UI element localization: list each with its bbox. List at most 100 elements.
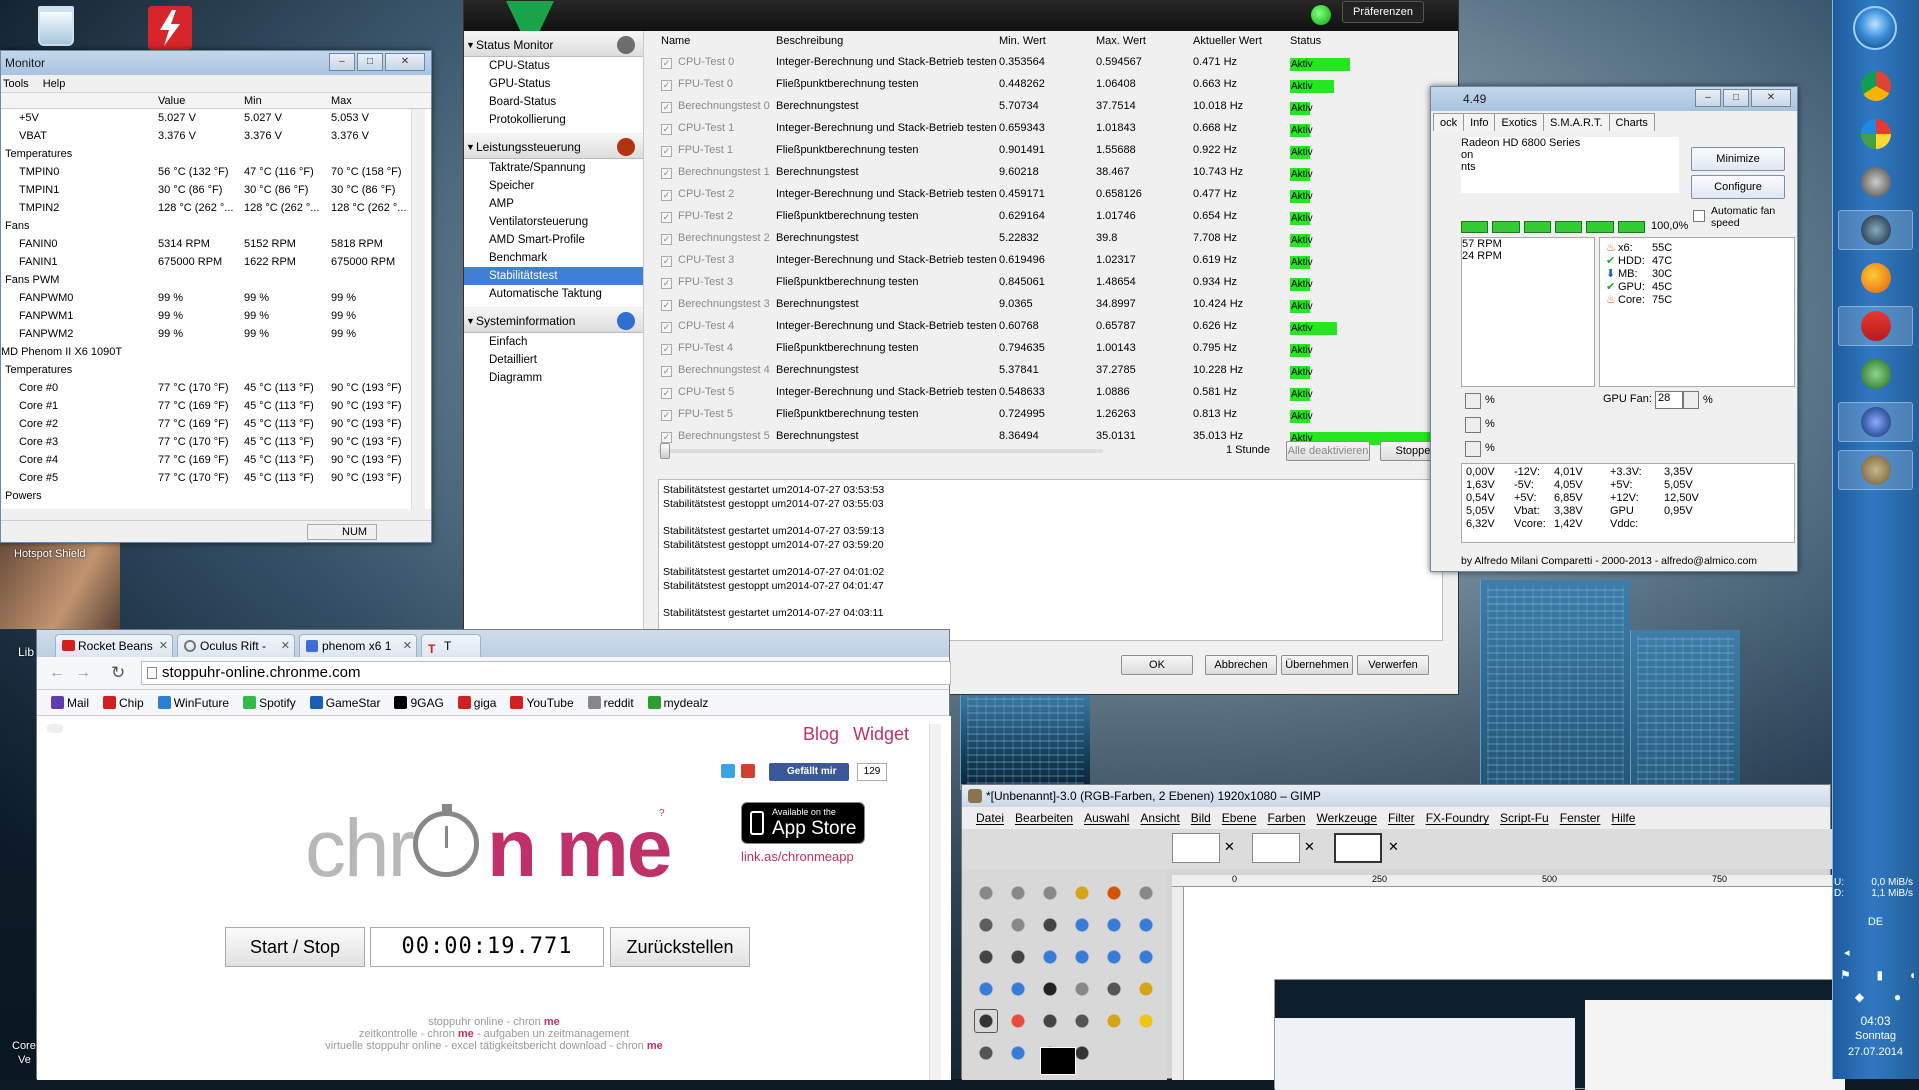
test-row[interactable]: ✓ CPU-Test 3 Integer-Berechnung und Stack-…	[658, 249, 1448, 271]
reload-icon[interactable]: ↻	[111, 663, 125, 683]
gimp-menu-item[interactable]: Script-Fu	[1500, 807, 1549, 829]
test-row[interactable]: ✓ CPU-Test 0 Integer-Berechnung und Stack-…	[658, 51, 1448, 73]
test-name-cell[interactable]: ✓ Berechnungstest 0	[658, 95, 776, 117]
gimp-menu-item[interactable]: Auswahl	[1084, 807, 1129, 829]
test-name-cell[interactable]: ✓ CPU-Test 4	[658, 315, 776, 337]
sensor-row[interactable]: TMPIN2 128 °C (262 °... 128 °C (262 °... 12…	[1, 199, 431, 217]
lasso-icon[interactable]	[1038, 881, 1062, 905]
speed-spinner[interactable]	[1465, 393, 1481, 409]
sensor-row[interactable]: Core #4 77 °C (169 °F) 45 °C (113 °F) 90 °C…	[1, 451, 431, 469]
browser-tab[interactable]: Rocket Beans ✕	[55, 634, 173, 657]
clone-icon[interactable]	[1102, 977, 1126, 1001]
bookmark-link[interactable]: reddit	[587, 690, 634, 715]
test-row[interactable]: ✓ FPU-Test 0 Fließpunktberechnung testen 0.…	[658, 73, 1448, 95]
sensor-row[interactable]: TMPIN0 56 °C (132 °F) 47 °C (116 °F) 70 °C …	[1, 163, 431, 181]
gpu-fan-spinner[interactable]	[1683, 391, 1699, 409]
hotspot-shield-label[interactable]: Hotspot Shield	[14, 548, 86, 560]
foreground-color-swatch[interactable]	[1040, 1047, 1076, 1075]
gimp-menu-item[interactable]: Werkzeuge	[1317, 807, 1377, 829]
test-name-cell[interactable]: ✓ FPU-Test 0	[658, 73, 776, 95]
sidebar-section-header[interactable]: Status Monitor ▼	[464, 31, 643, 57]
crop-icon[interactable]	[1006, 945, 1030, 969]
gimp-menu-item[interactable]: Filter	[1388, 807, 1415, 829]
test-name-cell[interactable]: ✓ FPU-Test 2	[658, 205, 776, 227]
test-name-cell[interactable]: ✓ CPU-Test 5	[658, 381, 776, 403]
color-picker-icon[interactable]	[1038, 913, 1062, 937]
maximize-button[interactable]: □	[357, 53, 383, 71]
scissors-icon[interactable]	[1134, 881, 1158, 905]
airbrush-icon[interactable]	[1038, 1009, 1062, 1033]
ok-button[interactable]: OK	[1121, 655, 1193, 675]
test-checkbox[interactable]: ✓	[661, 344, 672, 355]
test-row[interactable]: ✓ CPU-Test 2 Integer-Berechnung und Stack-…	[658, 183, 1448, 205]
language-indicator[interactable]: DE	[1832, 916, 1919, 928]
sidebar-item[interactable]: Diagramm	[464, 369, 643, 387]
test-checkbox[interactable]: ✓	[661, 256, 672, 267]
test-name-cell[interactable]: ✓ FPU-Test 4	[658, 337, 776, 359]
test-checkbox[interactable]: ✓	[661, 366, 672, 377]
sidebar-item[interactable]: Protokollierung	[464, 111, 643, 129]
sensor-row[interactable]: FANIN0 5314 RPM 5152 RPM 5818 RPM	[1, 235, 431, 253]
test-name-cell[interactable]: ✓ Berechnungstest 2	[658, 227, 776, 249]
gimp-menu-item[interactable]: FX-Foundry	[1426, 807, 1489, 829]
collapse-chevron-icon[interactable]: ▼	[466, 32, 475, 58]
test-checkbox[interactable]: ✓	[661, 212, 672, 223]
blur-icon[interactable]	[1006, 1041, 1030, 1065]
sidebar-section-header[interactable]: Leistungssteuerung ▼	[464, 133, 643, 159]
test-row[interactable]: ✓ Berechnungstest 0 Berechnungstest 5.70734…	[658, 95, 1448, 117]
collapse-chevron-icon[interactable]: ▼	[466, 308, 475, 334]
discard-button[interactable]: Verwerfen	[1357, 655, 1429, 675]
taskbar-button[interactable]	[1838, 66, 1913, 106]
sensor-row[interactable]: Fans	[1, 217, 431, 235]
address-bar[interactable]: stoppuhr-online.chronme.com	[141, 661, 951, 685]
start-stop-button[interactable]: Start / Stop	[225, 927, 365, 967]
google-plus-icon[interactable]	[741, 764, 755, 778]
minimize-button[interactable]: –	[329, 53, 355, 71]
footer-text[interactable]: me	[458, 1028, 474, 1040]
text-icon[interactable]	[1038, 977, 1062, 1001]
sensor-row[interactable]: TMPIN1 30 °C (86 °F) 30 °C (86 °F) 30 °C (8…	[1, 181, 431, 199]
test-row[interactable]: ✓ FPU-Test 4 Fließpunktberechnung testen 0.…	[658, 337, 1448, 359]
sidebar-item[interactable]: Automatische Taktung	[464, 285, 643, 303]
test-name-cell[interactable]: ✓ CPU-Test 1	[658, 117, 776, 139]
pencil-icon[interactable]	[1134, 977, 1158, 1001]
smudge-icon[interactable]	[1134, 1009, 1158, 1033]
minimize-app-button[interactable]: Minimize	[1691, 147, 1785, 171]
shear-icon[interactable]	[1102, 945, 1126, 969]
speed-spinner[interactable]	[1465, 417, 1481, 433]
test-checkbox[interactable]: ✓	[661, 190, 672, 201]
footer-text[interactable]: me	[544, 1016, 560, 1028]
taskbar-button[interactable]	[1838, 402, 1913, 442]
flag-icon[interactable]: ⚑	[1840, 968, 1851, 982]
sidebar-item[interactable]: Board-Status	[464, 93, 643, 111]
preferences-button[interactable]: Präferenzen	[1342, 1, 1424, 23]
reset-button[interactable]: Zurückstellen	[610, 927, 750, 967]
image-thumbnail[interactable]	[1334, 833, 1382, 863]
perspective-icon[interactable]	[1134, 945, 1158, 969]
close-image-icon[interactable]: ✕	[1388, 839, 1399, 855]
bookmark-link[interactable]: WinFuture	[157, 690, 229, 715]
sensor-row[interactable]: Core #2 77 °C (169 °F) 45 °C (113 °F) 90 °C…	[1, 415, 431, 433]
speedfan-tab[interactable]: Charts	[1608, 113, 1655, 131]
signal-icon[interactable]: ▮	[1876, 968, 1883, 982]
start-button[interactable]	[1853, 6, 1897, 50]
test-checkbox[interactable]: ✓	[661, 432, 672, 443]
sidebar-item[interactable]: AMD Smart-Profile	[464, 231, 643, 249]
ink-icon[interactable]	[1070, 1009, 1094, 1033]
bookmark-link[interactable]: mydealz	[647, 690, 708, 715]
blog-link[interactable]: Blog	[803, 724, 839, 745]
sensor-row[interactable]: VBAT 3.376 V 3.376 V 3.376 V	[1, 127, 431, 145]
close-tab-icon[interactable]: ✕	[281, 635, 290, 657]
taskbar-button[interactable]	[1838, 306, 1913, 346]
bookmark-link[interactable]: Spotify	[243, 690, 296, 715]
sensor-row[interactable]: Core #5 77 °C (170 °F) 45 °C (113 °F) 90 °C…	[1, 469, 431, 487]
test-row[interactable]: ✓ FPU-Test 2 Fließpunktberechnung testen 0.…	[658, 205, 1448, 227]
align-icon[interactable]	[974, 945, 998, 969]
apply-button[interactable]: Übernehmen	[1281, 655, 1353, 675]
sensor-row[interactable]: MD Phenom II X6 1090T	[1, 343, 431, 361]
column-header[interactable]: Min	[244, 93, 331, 108]
test-checkbox[interactable]: ✓	[661, 58, 672, 69]
facebook-like-button[interactable]: Gefällt mir	[769, 763, 849, 781]
paths-icon[interactable]	[1006, 913, 1030, 937]
sensor-list[interactable]: +5V 5.027 V 5.027 V 5.053 V VBAT 3.376 V 3.376…	[1, 109, 431, 509]
